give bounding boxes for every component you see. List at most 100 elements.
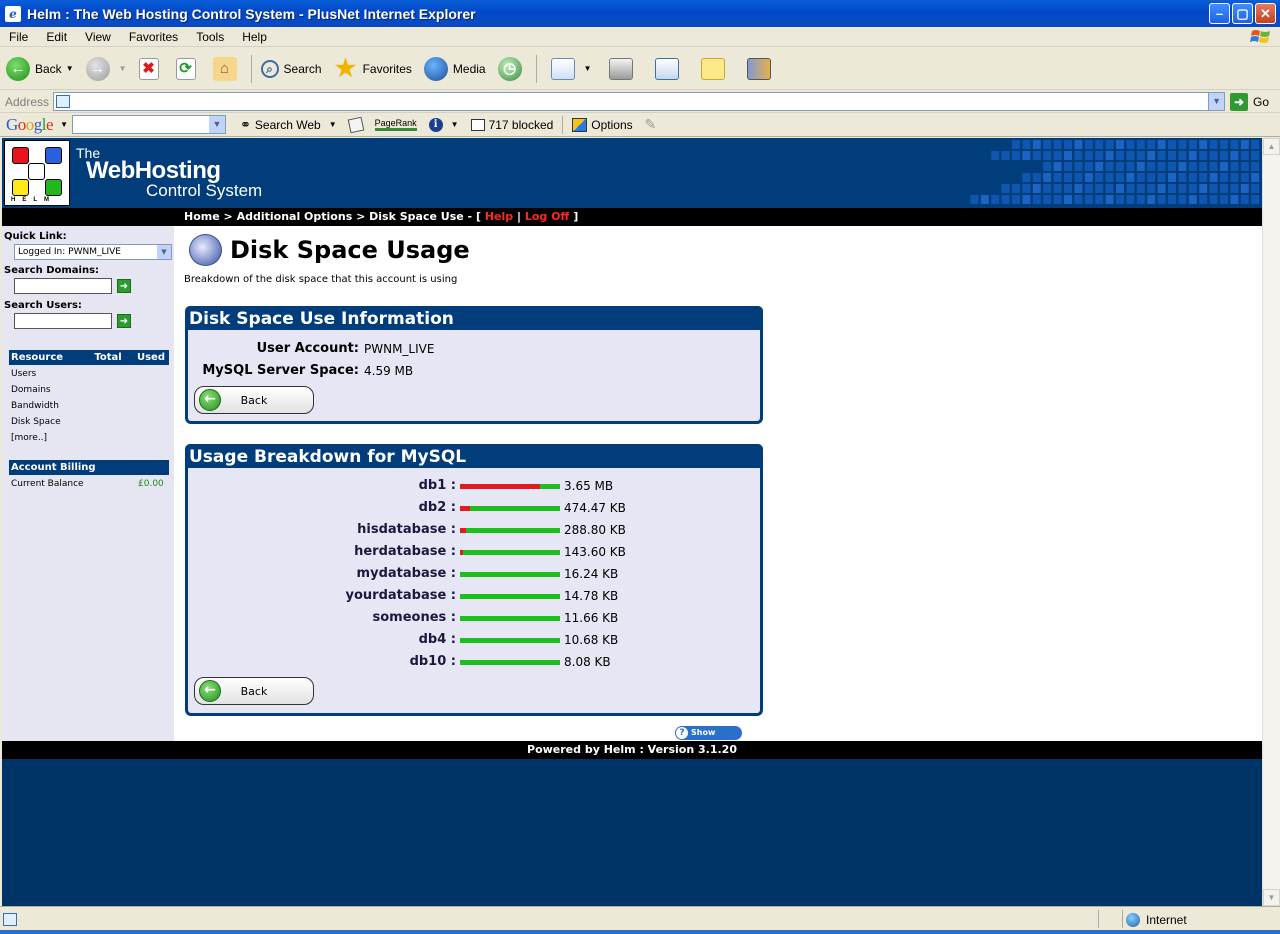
news-button[interactable] <box>343 116 369 133</box>
media-button[interactable]: Media <box>418 52 492 86</box>
search-users-go-button[interactable]: ➜ <box>117 314 131 328</box>
menu-file[interactable]: File <box>0 30 37 44</box>
refresh-button[interactable]: ⟳ <box>170 52 207 86</box>
chevron-down-icon[interactable]: ▼ <box>208 116 225 133</box>
google-search-input[interactable]: ▼ <box>71 115 226 134</box>
grid-pixel <box>1240 184 1249 193</box>
helm-logo[interactable]: HELM <box>4 140 70 206</box>
user-account-row: User Account: <box>188 341 359 357</box>
grid-pixel <box>1074 140 1083 149</box>
edit-button[interactable] <box>644 52 690 86</box>
window-title: Helm : The Web Hosting Control System - … <box>27 5 476 22</box>
menu-edit[interactable]: Edit <box>37 30 76 44</box>
usage-bar <box>460 660 560 665</box>
database-row: db4 : 10.68 KB <box>188 630 766 652</box>
scroll-down-arrow-icon[interactable]: ▼ <box>1263 889 1280 906</box>
mysql-space-row: MySQL Server Space: <box>188 363 359 379</box>
resource-disk-space-link[interactable]: Disk Space <box>11 417 61 427</box>
menu-favorites[interactable]: Favorites <box>120 30 187 44</box>
logo-green-square <box>45 179 62 196</box>
discuss-button[interactable] <box>690 52 736 86</box>
toolbar-separator <box>535 54 537 83</box>
grid-pixel <box>1199 162 1208 171</box>
search-web-button[interactable]: ⚭ Search Web ▼ <box>234 117 343 133</box>
chevron-down-icon[interactable]: ▼ <box>329 120 337 129</box>
usage-bar <box>460 550 560 555</box>
search-users-input[interactable] <box>14 313 112 329</box>
grid-pixel <box>1012 140 1020 149</box>
grid-pixel <box>1220 151 1228 160</box>
database-size: 14.78 KB <box>564 589 619 603</box>
grid-pixel <box>1188 140 1197 149</box>
used-column-header: Used <box>136 352 165 363</box>
vertical-scrollbar[interactable]: ▲ ▼ <box>1262 138 1280 906</box>
highlight-button[interactable]: ✎ <box>639 116 663 133</box>
menu-help[interactable]: Help <box>233 30 276 44</box>
grid-pixel <box>1126 184 1135 193</box>
status-bar: Internet <box>0 906 1280 934</box>
grid-pixel <box>1032 173 1041 182</box>
history-button[interactable]: ◷ <box>492 52 533 86</box>
chevron-down-icon[interactable]: ▼ <box>1208 93 1225 110</box>
grid-pixel <box>1240 173 1249 182</box>
search-domains-go-button[interactable]: ➜ <box>117 279 131 293</box>
brand-control-system: Control System <box>146 181 263 200</box>
maximize-button[interactable]: ▢ <box>1232 3 1253 24</box>
page-info-button[interactable]: i ▼ <box>423 117 465 132</box>
grid-pixel <box>1199 151 1208 160</box>
quick-link-value: Logged In: PWNM_LIVE <box>18 247 121 257</box>
grid-pixel <box>1157 140 1166 149</box>
resource-domains-link[interactable]: Domains <box>11 385 51 395</box>
menu-tools[interactable]: Tools <box>187 30 233 44</box>
search-button[interactable]: ⌕ Search <box>255 52 328 86</box>
mail-button[interactable]: ▼ <box>540 52 598 86</box>
menu-view[interactable]: View <box>76 30 120 44</box>
chevron-down-icon[interactable]: ▼ <box>451 120 459 129</box>
resource-more-link[interactable]: [more..] <box>11 433 47 443</box>
close-button[interactable]: ✕ <box>1255 3 1276 24</box>
zone-label: Internet <box>1146 913 1187 927</box>
chevron-down-icon[interactable]: ▼ <box>66 64 74 73</box>
minimize-button[interactable]: – <box>1209 3 1230 24</box>
back-button[interactable]: ← Back <box>194 677 314 705</box>
help-icon: ? <box>676 727 688 739</box>
resource-bandwidth-link[interactable]: Bandwidth <box>11 401 59 411</box>
breadcrumb-home[interactable]: Home <box>184 210 220 223</box>
popup-blocker-icon <box>470 118 485 131</box>
grid-pixel <box>1178 173 1187 182</box>
chevron-down-icon[interactable]: ▼ <box>119 64 127 73</box>
options-button[interactable]: Options <box>566 117 638 132</box>
popup-blocker-button[interactable]: 717 blocked <box>465 118 560 132</box>
show-quickhelp-button[interactable]: ? Show QuickHelp <box>675 726 742 751</box>
grid-pixel <box>1251 195 1260 204</box>
print-button[interactable] <box>598 52 644 86</box>
search-domains-input[interactable] <box>14 278 112 294</box>
back-button[interactable]: ← Back <box>194 386 314 414</box>
help-link[interactable]: Help <box>485 210 513 223</box>
chevron-down-icon[interactable]: ▼ <box>60 120 68 129</box>
grid-pixel <box>1053 195 1062 204</box>
breadcrumb-additional-options[interactable]: Additional Options <box>237 210 353 223</box>
grid-pixel <box>1012 151 1020 160</box>
grid-pixel <box>1168 195 1176 204</box>
quick-link-select[interactable]: Logged In: PWNM_LIVE ▼ <box>14 244 172 260</box>
grid-pixel <box>1157 173 1166 182</box>
favorites-button[interactable]: ★ Favorites <box>328 52 418 86</box>
go-button[interactable]: ➜ Go <box>1230 92 1269 111</box>
back-button[interactable]: ← Back ▼ <box>0 52 80 86</box>
research-button[interactable] <box>736 52 782 86</box>
forward-button[interactable]: → ▼ <box>80 52 133 86</box>
chevron-down-icon[interactable]: ▼ <box>157 245 171 259</box>
resource-users-link[interactable]: Users <box>11 369 36 379</box>
back-arrow-icon: ← <box>199 389 221 411</box>
google-logo[interactable]: Google <box>0 115 56 135</box>
grid-pixel <box>1095 184 1104 193</box>
home-button[interactable]: ⌂ <box>207 52 248 86</box>
address-input[interactable]: ▼ <box>53 92 1226 111</box>
chevron-down-icon[interactable]: ▼ <box>584 64 592 73</box>
stop-button[interactable]: ✖ <box>133 52 170 86</box>
grid-pixel <box>1136 184 1145 193</box>
scroll-up-arrow-icon[interactable]: ▲ <box>1263 138 1280 155</box>
log-off-link[interactable]: Log Off <box>525 210 570 223</box>
pagerank-indicator[interactable]: PageRank <box>369 118 423 131</box>
